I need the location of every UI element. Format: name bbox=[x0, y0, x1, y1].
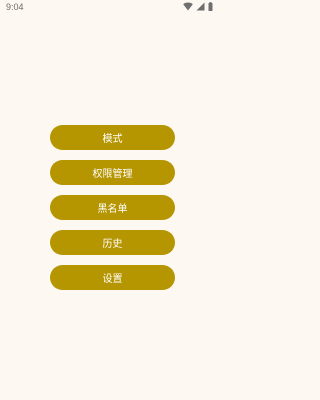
blacklist-button[interactable]: 黑名单 bbox=[50, 195, 175, 220]
mode-button[interactable]: 模式 bbox=[50, 125, 175, 150]
wifi-icon bbox=[183, 2, 193, 11]
settings-button[interactable]: 设置 bbox=[50, 265, 175, 290]
main-menu: 模式 权限管理 黑名单 历史 设置 bbox=[50, 125, 175, 300]
battery-icon bbox=[208, 2, 213, 11]
status-icons bbox=[183, 2, 213, 11]
status-time: 9:04 bbox=[6, 2, 24, 12]
history-button[interactable]: 历史 bbox=[50, 230, 175, 255]
signal-icon bbox=[196, 2, 205, 11]
permission-management-button[interactable]: 权限管理 bbox=[50, 160, 175, 185]
status-bar: 9:04 bbox=[0, 0, 225, 16]
